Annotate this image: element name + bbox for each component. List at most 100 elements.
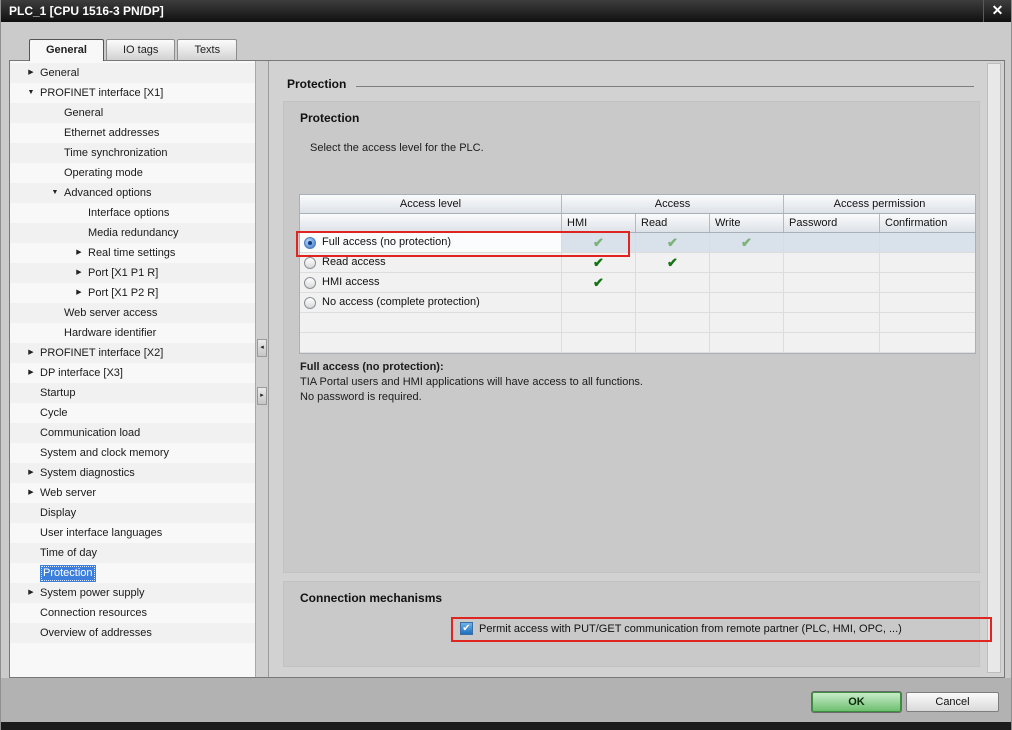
empty-cell [636, 313, 710, 332]
sidebar-item-label: Overview of addresses [40, 623, 152, 643]
sidebar-item-connection-resources[interactable]: Connection resources [10, 603, 255, 623]
check-icon: ✔ [667, 255, 678, 270]
sidebar-item-system-diagnostics[interactable]: ▶System diagnostics [10, 463, 255, 483]
column-header-password: Password [784, 214, 880, 232]
chevron-down-icon[interactable]: ▼ [50, 183, 60, 203]
column-header-hmi: HMI [562, 214, 636, 232]
sidebar-item-dp-interface-x3[interactable]: ▶DP interface [X3] [10, 363, 255, 383]
sidebar-item-label: Connection resources [40, 603, 147, 623]
properties-dialog: PLC_1 [CPU 1516-3 PN/DP] ✕ GeneralIO tag… [0, 0, 1012, 730]
ok-button[interactable]: OK [812, 692, 901, 712]
column-header-write: Write [710, 214, 784, 232]
access-level-radio[interactable] [304, 277, 316, 289]
cancel-button[interactable]: Cancel [906, 692, 999, 712]
sidebar-item-real-time-settings[interactable]: ▶Real time settings [10, 243, 255, 263]
sidebar-item-startup[interactable]: Startup [10, 383, 255, 403]
access-level-label: Read access [322, 253, 386, 272]
close-icon[interactable]: ✕ [983, 0, 1011, 22]
putget-checkbox[interactable]: ✔ [460, 622, 473, 635]
access-level-radio[interactable] [304, 237, 316, 249]
sidebar-item-label: Communication load [40, 423, 140, 443]
sidebar-item-user-interface-languages[interactable]: User interface languages [10, 523, 255, 543]
chevron-right-icon[interactable]: ▶ [26, 363, 36, 383]
tab-general[interactable]: General [29, 39, 104, 61]
chevron-right-icon[interactable]: ▶ [26, 463, 36, 483]
sidebar-item-media-redundancy[interactable]: Media redundancy [10, 223, 255, 243]
sidebar-item-web-server[interactable]: ▶Web server [10, 483, 255, 503]
column-header-confirmation: Confirmation [880, 214, 975, 232]
table-row-hmi-access[interactable]: HMI access✔ [300, 273, 975, 293]
write-cell [710, 293, 784, 312]
chevron-right-icon[interactable]: ▶ [74, 263, 84, 283]
sidebar-item-label: Hardware identifier [64, 323, 156, 343]
sidebar-item-label: Display [40, 503, 76, 523]
chevron-right-icon[interactable]: ▶ [26, 583, 36, 603]
table-row-full-access-no-protection[interactable]: Full access (no protection)✔✔✔ [300, 233, 975, 253]
sidebar-item-web-server-access[interactable]: Web server access [10, 303, 255, 323]
column-header-access-permission: Access permission [784, 195, 975, 213]
sidebar-item-port-x1-p1-r[interactable]: ▶Port [X1 P1 R] [10, 263, 255, 283]
sidebar-item-general[interactable]: ▶General [10, 63, 255, 83]
table-row-no-access-complete-protection[interactable]: No access (complete protection) [300, 293, 975, 313]
sidebar-item-system-power-supply[interactable]: ▶System power supply [10, 583, 255, 603]
sidebar-item-overview-of-addresses[interactable]: Overview of addresses [10, 623, 255, 643]
chevron-right-icon[interactable]: ▶ [26, 343, 36, 363]
sidebar-item-system-and-clock-memory[interactable]: System and clock memory [10, 443, 255, 463]
access-level-radio[interactable] [304, 297, 316, 309]
panel-heading: Protection [287, 77, 974, 91]
check-icon: ✔ [667, 235, 678, 250]
chevron-right-icon[interactable]: ▶ [74, 283, 84, 303]
sidebar-item-time-synchronization[interactable]: Time synchronization [10, 143, 255, 163]
sidebar-item-label: Interface options [88, 203, 169, 223]
sidebar-item-hardware-identifier[interactable]: Hardware identifier [10, 323, 255, 343]
confirmation-cell [880, 253, 975, 272]
confirmation-cell [880, 233, 975, 252]
sidebar-item-display[interactable]: Display [10, 503, 255, 523]
tab-io-tags[interactable]: IO tags [106, 39, 175, 60]
tab-texts[interactable]: Texts [177, 39, 237, 60]
sidebar-item-cycle[interactable]: Cycle [10, 403, 255, 423]
sidebar-item-label: Startup [40, 383, 75, 403]
sidebar-item-communication-load[interactable]: Communication load [10, 423, 255, 443]
description-title: Full access (no protection): [300, 360, 643, 375]
column-header-blank [300, 214, 562, 232]
splitter-expand-icon[interactable]: ▸ [257, 387, 267, 405]
sidebar-item-interface-options[interactable]: Interface options [10, 203, 255, 223]
sidebar-item-advanced-options[interactable]: ▼Advanced options [10, 183, 255, 203]
password-cell [784, 273, 880, 292]
sidebar-item-port-x1-p2-r[interactable]: ▶Port [X1 P2 R] [10, 283, 255, 303]
putget-checkbox-label: Permit access with PUT/GET communication… [479, 623, 902, 635]
sidebar-item-label: PROFINET interface [X2] [40, 343, 163, 363]
protection-section-title: Protection [300, 111, 359, 125]
table-row-read-access[interactable]: Read access✔✔ [300, 253, 975, 273]
panel-heading-label: Protection [287, 77, 346, 91]
sidebar-item-profinet-interface-x1[interactable]: ▼PROFINET interface [X1] [10, 83, 255, 103]
access-level-label: No access (complete protection) [322, 293, 480, 312]
sidebar-item-label: System diagnostics [40, 463, 135, 483]
splitter-collapse-icon[interactable]: ◂ [257, 339, 267, 357]
sidebar-item-label: Time of day [40, 543, 97, 563]
chevron-right-icon[interactable]: ▶ [26, 483, 36, 503]
sidebar-item-label: User interface languages [40, 523, 162, 543]
chevron-right-icon[interactable]: ▶ [26, 63, 36, 83]
read-cell: ✔ [636, 253, 710, 272]
empty-cell [300, 313, 562, 332]
read-cell [636, 293, 710, 312]
access-level-label: HMI access [322, 273, 379, 292]
confirmation-cell [880, 273, 975, 292]
access-level-radio[interactable] [304, 257, 316, 269]
pane-splitter[interactable]: ◂ ▸ [256, 61, 269, 677]
sidebar-item-operating-mode[interactable]: Operating mode [10, 163, 255, 183]
sidebar-item-profinet-interface-x2[interactable]: ▶PROFINET interface [X2] [10, 343, 255, 363]
chevron-down-icon[interactable]: ▼ [26, 83, 36, 103]
vertical-scrollbar[interactable] [987, 63, 1001, 673]
hmi-cell [562, 293, 636, 312]
sidebar-item-general[interactable]: General [10, 103, 255, 123]
sidebar-item-label: System and clock memory [40, 443, 169, 463]
access-level-label: Full access (no protection) [322, 233, 451, 252]
sidebar-item-ethernet-addresses[interactable]: Ethernet addresses [10, 123, 255, 143]
sidebar-item-protection[interactable]: Protection [10, 563, 255, 583]
chevron-right-icon[interactable]: ▶ [74, 243, 84, 263]
sidebar-item-time-of-day[interactable]: Time of day [10, 543, 255, 563]
empty-cell [562, 333, 636, 352]
